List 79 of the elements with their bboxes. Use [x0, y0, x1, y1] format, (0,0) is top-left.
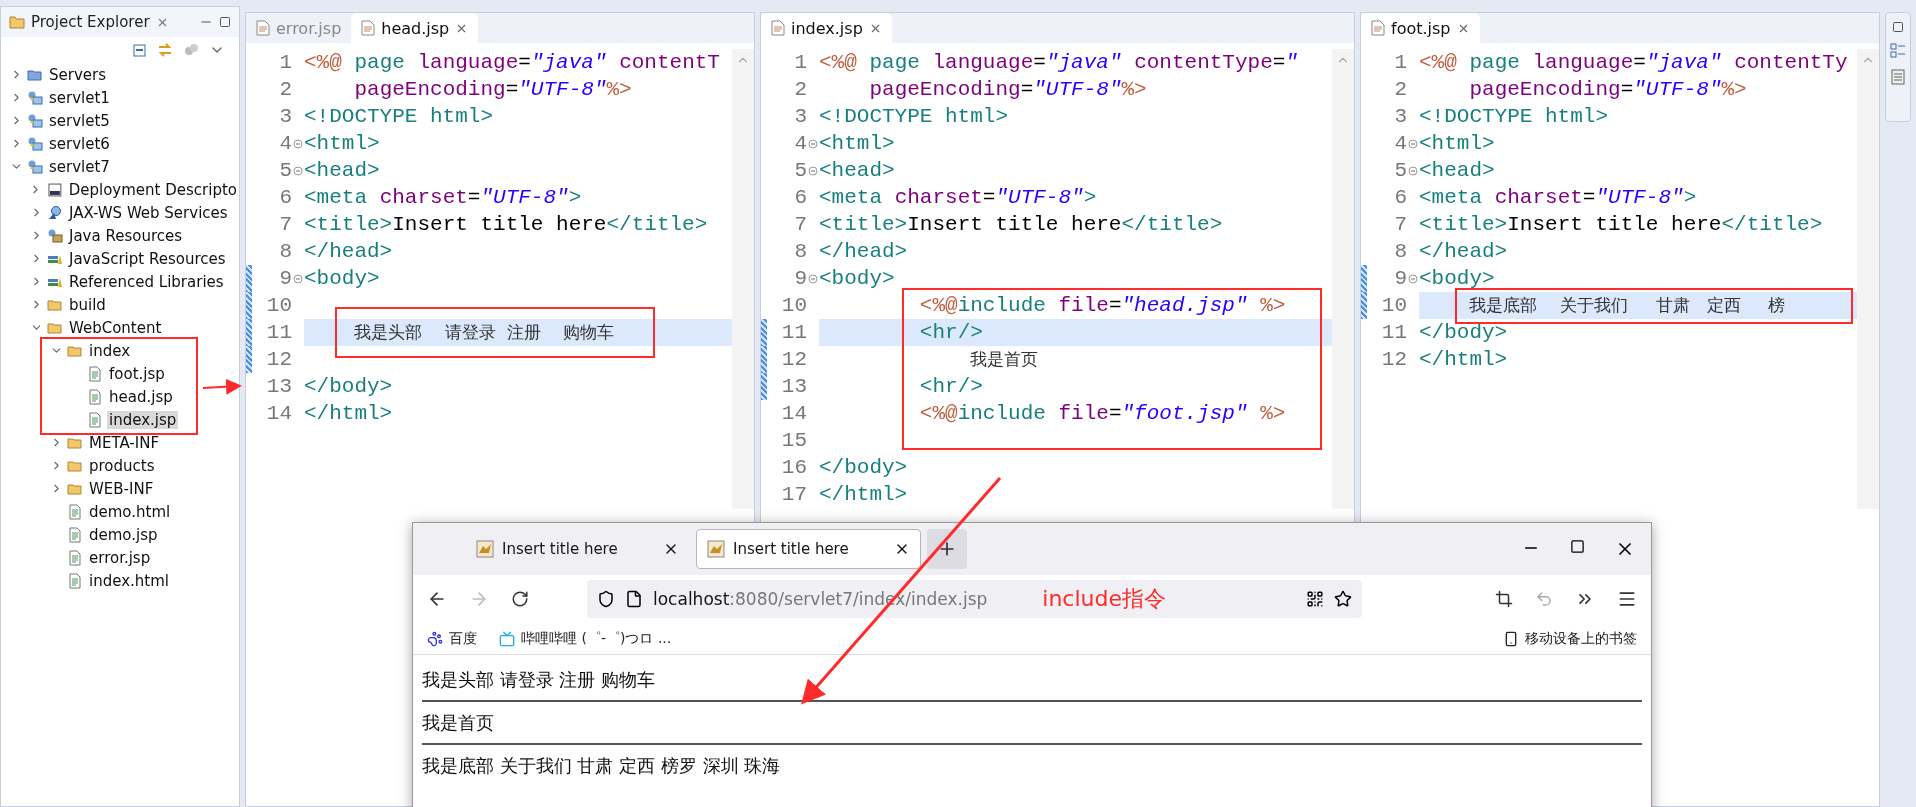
- annotation-text: include指令: [1042, 585, 1167, 613]
- line-number: 11: [1380, 320, 1407, 346]
- tree-item[interactable]: WEB-INF: [87, 479, 156, 498]
- line-number: 14: [265, 401, 292, 427]
- page-text: 我是底部 关于我们 甘肃 定西 榜罗 深圳 珠海: [422, 754, 782, 778]
- line-number: 13: [265, 374, 292, 400]
- line-number: 14: [780, 401, 807, 427]
- line-number: 5: [278, 158, 292, 184]
- line-number: 4: [1393, 131, 1407, 157]
- line-number: 7: [793, 212, 807, 238]
- tree-item[interactable]: index.html: [87, 571, 171, 590]
- tree-item[interactable]: foot.jsp: [107, 364, 167, 383]
- line-number: 2: [793, 77, 807, 103]
- tree-item[interactable]: demo.html: [87, 502, 173, 521]
- tree-item[interactable]: build: [67, 295, 108, 314]
- line-number: 7: [1393, 212, 1407, 238]
- tree-item[interactable]: error.jsp: [87, 548, 153, 567]
- editor-tab[interactable]: index.jsp: [761, 13, 892, 43]
- tree-item[interactable]: JAX-WS Web Services: [67, 203, 230, 222]
- line-number: 1: [793, 50, 807, 76]
- line-number: 1: [278, 50, 292, 76]
- line-number: 13: [780, 374, 807, 400]
- tree-item[interactable]: servlet6: [47, 134, 112, 153]
- line-number: 12: [1380, 347, 1407, 373]
- editor-tab[interactable]: foot.jsp: [1361, 13, 1480, 43]
- line-number: 1: [1393, 50, 1407, 76]
- editor-tab[interactable]: head.jsp: [351, 13, 479, 43]
- line-number: 12: [780, 347, 807, 373]
- browser-tab[interactable]: Insert title here: [465, 529, 690, 569]
- tree-item[interactable]: index: [87, 341, 133, 360]
- tree-item[interactable]: demo.jsp: [87, 525, 160, 544]
- tree-item[interactable]: servlet1: [47, 88, 112, 107]
- line-number: 7: [278, 212, 292, 238]
- line-number: 12: [265, 347, 292, 373]
- line-number: 15: [780, 428, 807, 454]
- tree-item[interactable]: JavaScript Resources: [67, 249, 228, 268]
- tree-item[interactable]: servlet5: [47, 111, 112, 130]
- line-number: 5: [1393, 158, 1407, 184]
- line-number: 6: [278, 185, 292, 211]
- line-number: 3: [278, 104, 292, 130]
- tree-item[interactable]: index.jsp: [107, 410, 179, 429]
- line-number: 9: [278, 266, 292, 292]
- line-number: 8: [793, 239, 807, 265]
- line-number: 3: [1393, 104, 1407, 130]
- bookmark-item[interactable]: 哔哩哔哩 (゜-゜)つロ ...: [499, 629, 672, 648]
- line-number: 6: [793, 185, 807, 211]
- line-number: 9: [1393, 266, 1407, 292]
- line-number: 2: [1393, 77, 1407, 103]
- tree-item[interactable]: Referenced Libraries: [67, 272, 226, 291]
- line-number: 2: [278, 77, 292, 103]
- line-number: 4: [793, 131, 807, 157]
- tree-item[interactable]: Servers: [47, 65, 108, 84]
- line-number: 4: [278, 131, 292, 157]
- page-text: 我是首页: [422, 711, 495, 735]
- page-text: 我是头部 请登录 注册 购物车: [422, 668, 657, 692]
- line-number: 10: [780, 293, 807, 319]
- line-number: 17: [780, 482, 807, 508]
- tree-item[interactable]: WebContent: [67, 318, 164, 337]
- bookmark-item[interactable]: 百度: [427, 629, 477, 648]
- tree-item[interactable]: Deployment Descripto: [66, 180, 239, 199]
- tree-item[interactable]: products: [87, 456, 157, 475]
- line-number: 10: [1380, 293, 1407, 319]
- tree-item[interactable]: META-INF: [87, 433, 162, 452]
- line-number: 9: [793, 266, 807, 292]
- mobile-bookmarks-item[interactable]: 移动设备上的书签: [1503, 629, 1637, 648]
- line-number: 3: [793, 104, 807, 130]
- line-number: 8: [278, 239, 292, 265]
- line-number: 6: [1393, 185, 1407, 211]
- line-number: 10: [265, 293, 292, 319]
- line-number: 16: [780, 455, 807, 481]
- line-number: 5: [793, 158, 807, 184]
- browser-tab[interactable]: Insert title here: [696, 529, 921, 569]
- tree-item[interactable]: servlet7: [47, 157, 112, 176]
- tree-item[interactable]: head.jsp: [107, 387, 175, 406]
- line-number: 8: [1393, 239, 1407, 265]
- panel-title: Project Explorer: [31, 13, 150, 31]
- line-number: 11: [780, 320, 807, 346]
- line-number: 11: [265, 320, 292, 346]
- tree-item[interactable]: Java Resources: [67, 226, 185, 245]
